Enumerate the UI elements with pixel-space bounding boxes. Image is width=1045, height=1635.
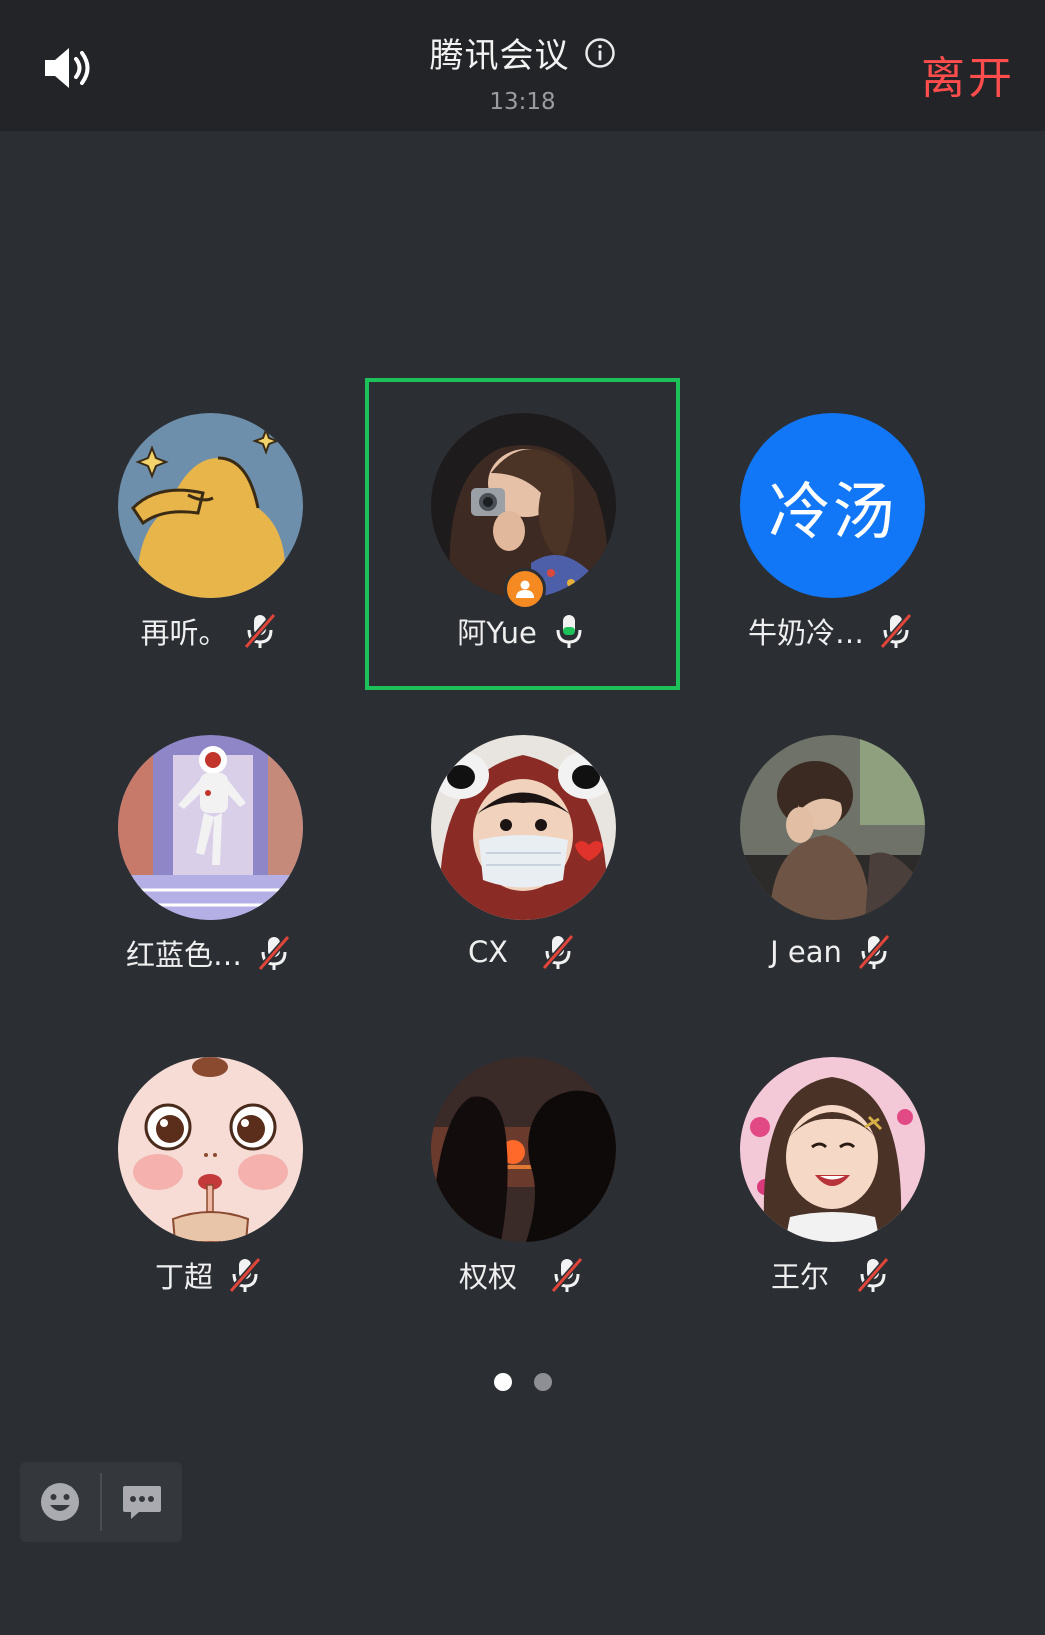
avatar[interactable]: 冷汤 bbox=[740, 413, 925, 598]
participant-tile[interactable]: 王尔 bbox=[677, 1022, 987, 1332]
participant-name: 权权 bbox=[458, 1260, 517, 1294]
participant-name: 红蓝色… bbox=[125, 938, 242, 972]
participant-name: 阿Yue bbox=[457, 616, 537, 650]
emoji-button[interactable] bbox=[20, 1462, 100, 1542]
chat-icon bbox=[123, 1486, 161, 1519]
mic-muted-icon bbox=[856, 1257, 890, 1293]
mic-muted-icon bbox=[857, 934, 891, 970]
mic-muted-icon bbox=[550, 1257, 584, 1293]
chat-button[interactable] bbox=[102, 1462, 182, 1542]
page-indicator bbox=[0, 1373, 1045, 1391]
participant-name: J ean bbox=[770, 935, 842, 969]
avatar[interactable] bbox=[431, 735, 616, 920]
mic-muted-icon bbox=[879, 613, 913, 649]
participant-name: 牛奶冷… bbox=[747, 616, 864, 650]
mic-muted-icon bbox=[541, 934, 575, 970]
avatar[interactable] bbox=[740, 1057, 925, 1242]
participant-tile[interactable]: 再听。 bbox=[55, 378, 365, 688]
participant-tile[interactable]: 权权 bbox=[368, 1022, 678, 1332]
avatar[interactable] bbox=[118, 413, 303, 598]
participant-tile[interactable]: 阿Yue bbox=[368, 378, 678, 688]
participant-tile[interactable]: J ean bbox=[677, 700, 987, 1010]
emoji-icon bbox=[41, 1483, 79, 1521]
participant-tile[interactable]: 红蓝色… bbox=[55, 700, 365, 1010]
avatar[interactable] bbox=[118, 735, 303, 920]
mic-active-icon bbox=[556, 615, 582, 648]
avatar[interactable] bbox=[740, 735, 925, 920]
participant-tile[interactable]: 冷汤 牛奶冷… bbox=[677, 378, 987, 688]
participant-name: 丁超 bbox=[154, 1260, 213, 1294]
participant-tile[interactable]: CX bbox=[368, 700, 678, 1010]
participant-name: 再听。 bbox=[140, 616, 228, 650]
participant-name: CX bbox=[467, 935, 509, 969]
page-dot-1[interactable] bbox=[493, 1373, 512, 1391]
avatar[interactable] bbox=[118, 1057, 303, 1242]
person-icon bbox=[516, 580, 534, 598]
bottom-toolbar bbox=[20, 1462, 182, 1542]
mic-muted-icon bbox=[243, 613, 276, 649]
mic-muted-icon bbox=[257, 935, 291, 971]
avatar-text: 冷汤 bbox=[768, 474, 897, 548]
mic-muted-icon bbox=[228, 1257, 262, 1293]
participant-name: 王尔 bbox=[770, 1260, 829, 1294]
host-badge bbox=[504, 568, 546, 610]
avatar[interactable] bbox=[431, 1057, 616, 1242]
page-dot-2[interactable] bbox=[533, 1373, 552, 1391]
participant-tile[interactable]: 丁超 bbox=[55, 1022, 365, 1332]
